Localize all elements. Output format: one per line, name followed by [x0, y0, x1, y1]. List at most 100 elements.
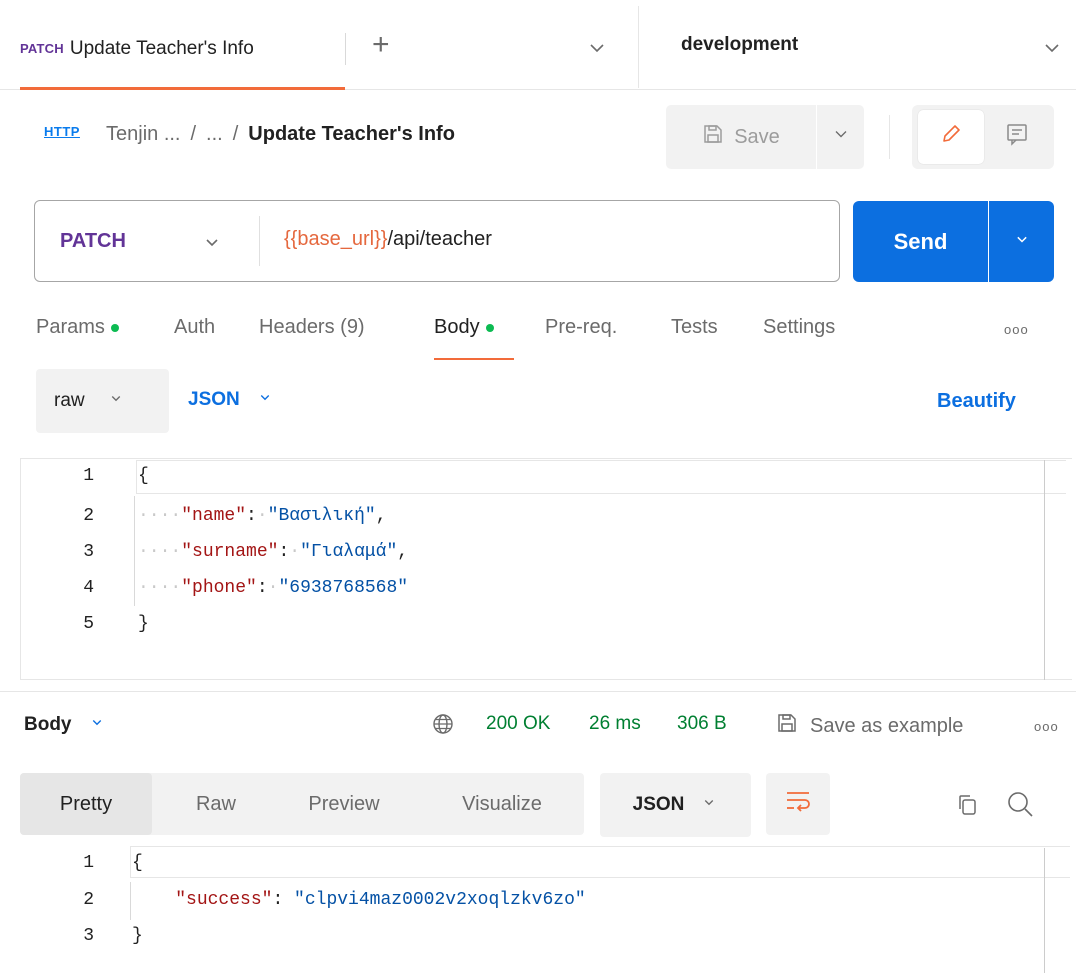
- json-value: "6938768568": [278, 578, 409, 598]
- send-options-button[interactable]: [989, 201, 1054, 282]
- code-line-phone: ····"phone":·"6938768568": [138, 578, 409, 598]
- chevron-down-icon: [107, 389, 125, 413]
- environment-separator: [638, 6, 639, 88]
- json-comma: ,: [397, 542, 409, 562]
- environment-selector[interactable]: development: [681, 34, 798, 56]
- breadcrumb-folder[interactable]: ...: [206, 123, 223, 146]
- response-line-open-brace: {: [132, 853, 143, 873]
- response-line-close-brace: }: [132, 926, 143, 946]
- method-select[interactable]: PATCH: [36, 202, 260, 280]
- save-button[interactable]: Save: [666, 105, 816, 169]
- line-number: 2: [83, 890, 94, 910]
- chevron-down-icon: [1012, 229, 1032, 255]
- code-line-name: ····"name":·"Βασιλική",: [138, 506, 387, 526]
- tab-headers[interactable]: Headers (9): [259, 316, 365, 339]
- json-value: "Γιαλαμά": [300, 542, 398, 562]
- tab-params-label: Params: [36, 316, 105, 338]
- pane-divider[interactable]: [0, 691, 1076, 692]
- response-more-options-icon[interactable]: ooo: [1034, 719, 1059, 734]
- tab-auth[interactable]: Auth: [174, 316, 215, 339]
- tab-title: Update Teacher's Info: [69, 37, 254, 59]
- search-icon[interactable]: [1006, 790, 1034, 818]
- environment-chevron-icon[interactable]: [1040, 36, 1064, 60]
- request-tab-active[interactable]: PATCH Update Teacher's Info: [20, 10, 345, 90]
- copy-icon[interactable]: [955, 792, 979, 818]
- tab-separator: [345, 33, 346, 65]
- comments-button[interactable]: [986, 110, 1048, 164]
- response-status[interactable]: 200 OK: [486, 713, 550, 735]
- response-section-label: Body: [24, 714, 72, 735]
- line-number: 2: [83, 506, 94, 526]
- http-request-icon: HTTP: [44, 124, 80, 139]
- code-line-surname: ····"surname":·"Γιαλαμά",: [138, 542, 409, 562]
- tab-pre-request[interactable]: Pre-req.: [545, 316, 617, 339]
- comment-icon: [1004, 121, 1030, 153]
- save-options-button[interactable]: [817, 105, 864, 169]
- params-indicator-dot: [110, 323, 119, 332]
- current-line-highlight: [130, 846, 1070, 878]
- globe-icon[interactable]: [431, 712, 455, 736]
- save-icon: [702, 123, 724, 151]
- current-line-highlight: [136, 460, 1066, 494]
- line-number: 4: [83, 578, 94, 598]
- json-value: "clpvi4maz0002v2xoqlzkv6zo": [294, 890, 586, 910]
- tab-body-label: Body: [434, 316, 480, 338]
- line-number: 1: [83, 466, 94, 486]
- json-key: "name": [181, 506, 247, 526]
- tab-body[interactable]: Body: [434, 316, 494, 339]
- line-number: 3: [83, 926, 94, 946]
- breadcrumb: Tenjin ... / ... / Update Teacher's Info: [106, 123, 455, 146]
- edit-mode-button[interactable]: [918, 110, 984, 164]
- tabs-dropdown-chevron-icon[interactable]: [585, 36, 609, 60]
- breadcrumb-collection[interactable]: Tenjin ...: [106, 123, 180, 146]
- body-indicator-dot: [485, 323, 494, 332]
- save-as-example-button[interactable]: Save as example: [776, 712, 963, 740]
- tab-settings[interactable]: Settings: [763, 316, 835, 339]
- toolbar-separator: [889, 115, 890, 159]
- wrap-lines-button[interactable]: [766, 773, 830, 835]
- tab-headers-label: Headers (9): [259, 316, 365, 338]
- save-icon: [776, 712, 798, 740]
- url-variable: {{base_url}}: [284, 228, 388, 250]
- line-number: 3: [83, 542, 94, 562]
- line-number: 1: [83, 853, 94, 873]
- breadcrumb-current[interactable]: Update Teacher's Info: [248, 123, 455, 146]
- body-language-select[interactable]: JSON: [188, 388, 274, 412]
- response-section-select[interactable]: Body: [24, 713, 106, 737]
- method-chevron-icon[interactable]: [200, 230, 224, 254]
- chevron-down-icon: [700, 793, 718, 817]
- tab-settings-label: Settings: [763, 316, 836, 338]
- breadcrumb-separator: /: [190, 123, 197, 145]
- response-format-label: JSON: [632, 794, 685, 815]
- view-tab-pretty[interactable]: Pretty: [20, 773, 152, 835]
- active-tab-underline: [434, 358, 514, 360]
- json-comma: ,: [375, 506, 387, 526]
- beautify-button[interactable]: Beautify: [937, 390, 1016, 413]
- response-time[interactable]: 26 ms: [589, 713, 641, 735]
- response-scrollbar[interactable]: [1044, 848, 1045, 973]
- indent-guide: [134, 496, 135, 606]
- more-options-icon[interactable]: ooo: [1004, 322, 1029, 337]
- body-mode-select[interactable]: raw: [36, 369, 169, 433]
- editor-scrollbar[interactable]: [1044, 460, 1045, 680]
- code-line-close-brace: }: [138, 614, 149, 634]
- url-divider: [259, 216, 260, 266]
- tab-tests[interactable]: Tests: [671, 316, 718, 339]
- send-button[interactable]: Send: [853, 201, 988, 282]
- response-size[interactable]: 306 B: [677, 713, 727, 735]
- json-key: "phone": [181, 578, 257, 598]
- view-tab-preview[interactable]: Preview: [280, 773, 408, 835]
- json-key: "success": [175, 890, 273, 910]
- json-key: "surname": [181, 542, 279, 562]
- view-tab-raw[interactable]: Raw: [164, 773, 268, 835]
- code-line-open-brace: {: [138, 466, 149, 486]
- response-format-select[interactable]: JSON: [600, 773, 751, 837]
- new-tab-plus-icon[interactable]: +: [372, 30, 396, 60]
- response-line-success: "success": "clpvi4maz0002v2xoqlzkv6zo": [175, 890, 586, 910]
- url-input[interactable]: {{base_url}}/api/teacher: [284, 228, 492, 251]
- chevron-down-icon: [256, 388, 274, 412]
- tab-params[interactable]: Params: [36, 316, 119, 339]
- line-number: 5: [83, 614, 94, 634]
- view-tab-visualize[interactable]: Visualize: [432, 773, 572, 835]
- save-label: Save: [734, 125, 780, 148]
